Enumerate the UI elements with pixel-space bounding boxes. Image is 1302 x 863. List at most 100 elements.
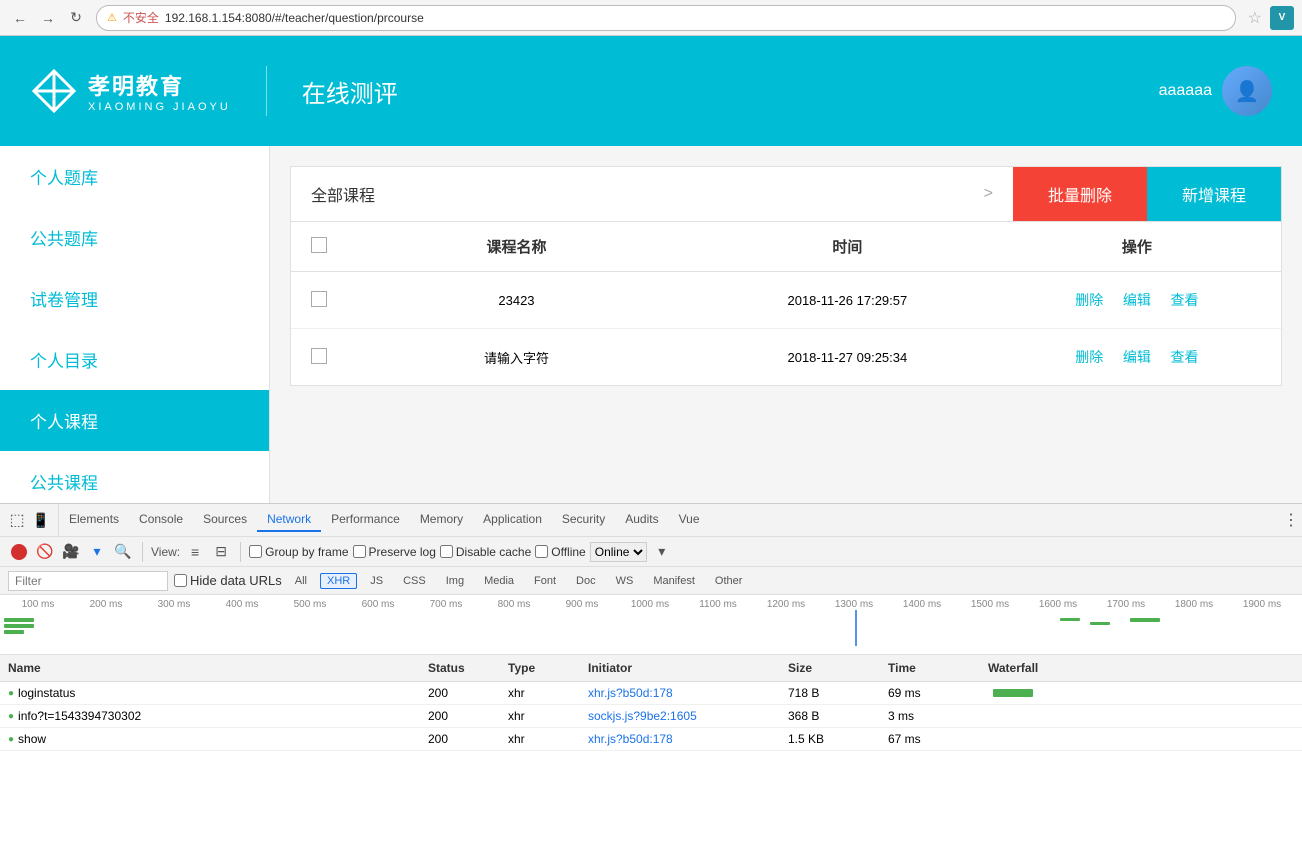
- filter-css[interactable]: CSS: [396, 573, 433, 589]
- separator: [142, 542, 143, 562]
- stop-button[interactable]: 🚫: [34, 541, 56, 563]
- edit-link-1[interactable]: 编辑: [1123, 292, 1151, 308]
- row-action-2: 删除 编辑 查看: [1013, 347, 1261, 367]
- group-by-frame-option[interactable]: Group by frame: [249, 545, 348, 559]
- net-initiator-2[interactable]: sockjs.js?9be2:1605: [580, 705, 780, 727]
- extension-icon[interactable]: V: [1270, 6, 1294, 30]
- disable-cache-option[interactable]: Disable cache: [440, 545, 531, 559]
- net-name-1[interactable]: ● loginstatus: [0, 682, 420, 704]
- sidebar-item-personal-questions[interactable]: 个人题库: [0, 146, 269, 207]
- address-text: 192.168.1.154:8080/#/teacher/question/pr…: [165, 11, 424, 25]
- tab-console[interactable]: Console: [129, 508, 193, 532]
- sidebar-item-personal-catalog[interactable]: 个人目录: [0, 329, 269, 390]
- delete-link-1[interactable]: 删除: [1075, 292, 1103, 308]
- tl-1300: 1300 ms: [820, 599, 888, 610]
- tab-elements[interactable]: Elements: [59, 508, 129, 532]
- network-row-1: ● loginstatus 200 xhr xhr.js?b50d:178 71…: [0, 682, 1302, 705]
- tl-200: 200 ms: [72, 599, 140, 610]
- initiator-link-2[interactable]: sockjs.js?9be2:1605: [588, 709, 697, 723]
- course-title-area: 全部课程 >: [291, 167, 1013, 221]
- add-course-button[interactable]: 新增课程: [1147, 167, 1281, 221]
- batch-delete-button[interactable]: 批量删除: [1013, 167, 1147, 221]
- tab-sources[interactable]: Sources: [193, 508, 257, 532]
- throttle-settings-icon[interactable]: ▾: [651, 541, 673, 563]
- header-time: Time: [880, 658, 980, 678]
- hide-data-urls-checkbox[interactable]: [174, 574, 187, 587]
- filter-ws[interactable]: WS: [609, 573, 641, 589]
- sidebar-item-paper-management[interactable]: 试卷管理: [0, 268, 269, 329]
- net-initiator-3[interactable]: xhr.js?b50d:178: [580, 728, 780, 750]
- filter-xhr[interactable]: XHR: [320, 573, 357, 589]
- tab-performance[interactable]: Performance: [321, 508, 410, 532]
- initiator-link-1[interactable]: xhr.js?b50d:178: [588, 686, 673, 700]
- initiator-link-3[interactable]: xhr.js?b50d:178: [588, 732, 673, 746]
- sidebar-item-public-course[interactable]: 公共课程: [0, 451, 269, 503]
- tab-memory[interactable]: Memory: [410, 508, 473, 532]
- net-initiator-1[interactable]: xhr.js?b50d:178: [580, 682, 780, 704]
- sidebar: 个人题库 公共题库 试卷管理 个人目录 个人课程 公共课程: [0, 146, 270, 503]
- net-name-2[interactable]: ● info?t=1543394730302: [0, 705, 420, 727]
- inspect-icon[interactable]: ⬚: [6, 509, 28, 531]
- tab-security[interactable]: Security: [552, 508, 615, 532]
- filter-img[interactable]: Img: [439, 573, 471, 589]
- tab-network[interactable]: Network: [257, 508, 321, 532]
- preserve-log-checkbox[interactable]: [353, 545, 366, 558]
- tab-audits[interactable]: Audits: [615, 508, 668, 532]
- tl-1100: 1100 ms: [684, 599, 752, 610]
- refresh-button[interactable]: ↻: [64, 6, 88, 30]
- select-all-checkbox[interactable]: [311, 237, 327, 253]
- preserve-log-option[interactable]: Preserve log: [353, 545, 436, 559]
- group-by-frame-checkbox[interactable]: [249, 545, 262, 558]
- table-row: 23423 2018-11-26 17:29:57 删除 编辑 查看: [291, 272, 1281, 329]
- offline-option[interactable]: Offline: [535, 545, 585, 559]
- row-checkbox-1[interactable]: [311, 291, 327, 307]
- tl-100: 100 ms: [4, 599, 72, 610]
- filter-input[interactable]: [8, 571, 168, 591]
- header-checkbox-col: [311, 237, 351, 257]
- net-name-3[interactable]: ● show: [0, 728, 420, 750]
- filter-other[interactable]: Other: [708, 573, 750, 589]
- view-link-1[interactable]: 查看: [1171, 292, 1199, 308]
- more-options-icon[interactable]: ⋮: [1280, 509, 1302, 531]
- row-checkbox-2[interactable]: [311, 348, 327, 364]
- header-divider: [266, 66, 267, 116]
- filter-js[interactable]: JS: [363, 573, 390, 589]
- delete-link-2[interactable]: 删除: [1075, 349, 1103, 365]
- bookmark-icon[interactable]: ☆: [1248, 8, 1262, 28]
- filter-manifest[interactable]: Manifest: [646, 573, 702, 589]
- filter-font[interactable]: Font: [527, 573, 563, 589]
- tl-1900: 1900 ms: [1228, 599, 1296, 610]
- large-view-icon[interactable]: ⊟: [210, 541, 232, 563]
- edit-link-2[interactable]: 编辑: [1123, 349, 1151, 365]
- devtools-panel: ⬚ 📱 Elements Console Sources Network Per…: [0, 503, 1302, 863]
- forward-button[interactable]: →: [36, 6, 60, 30]
- hide-data-urls-option[interactable]: Hide data URLs: [174, 573, 282, 588]
- devtools-tabs: Elements Console Sources Network Perform…: [59, 508, 1280, 532]
- address-bar[interactable]: ⚠ 不安全 192.168.1.154:8080/#/teacher/quest…: [96, 5, 1236, 31]
- device-icon[interactable]: 📱: [30, 509, 52, 531]
- row-name-1: 23423: [351, 293, 682, 308]
- preserve-log-label: Preserve log: [369, 545, 436, 559]
- header-time: 时间: [682, 236, 1013, 257]
- offline-checkbox[interactable]: [535, 545, 548, 558]
- filter-all[interactable]: All: [288, 573, 314, 589]
- search-button[interactable]: 🔍: [112, 541, 134, 563]
- network-row-3: ● show 200 xhr xhr.js?b50d:178 1.5 KB 67…: [0, 728, 1302, 751]
- sidebar-item-personal-course[interactable]: 个人课程: [0, 390, 269, 451]
- list-view-icon[interactable]: ≡: [184, 541, 206, 563]
- camera-button[interactable]: 🎥: [60, 541, 82, 563]
- logo-text: 孝明教育 XIAOMING JIAOYU: [88, 69, 231, 113]
- filter-doc[interactable]: Doc: [569, 573, 603, 589]
- back-button[interactable]: ←: [8, 6, 32, 30]
- tab-application[interactable]: Application: [473, 508, 552, 532]
- throttle-select[interactable]: Online: [590, 542, 647, 562]
- record-button[interactable]: [8, 541, 30, 563]
- disable-cache-checkbox[interactable]: [440, 545, 453, 558]
- tab-vue[interactable]: Vue: [669, 508, 710, 532]
- row-checkbox-col: [311, 291, 351, 310]
- sidebar-item-public-questions[interactable]: 公共题库: [0, 207, 269, 268]
- filter-button[interactable]: ▾: [86, 541, 108, 563]
- view-link-2[interactable]: 查看: [1171, 349, 1199, 365]
- filter-media[interactable]: Media: [477, 573, 521, 589]
- user-name: aaaaaa: [1159, 82, 1212, 100]
